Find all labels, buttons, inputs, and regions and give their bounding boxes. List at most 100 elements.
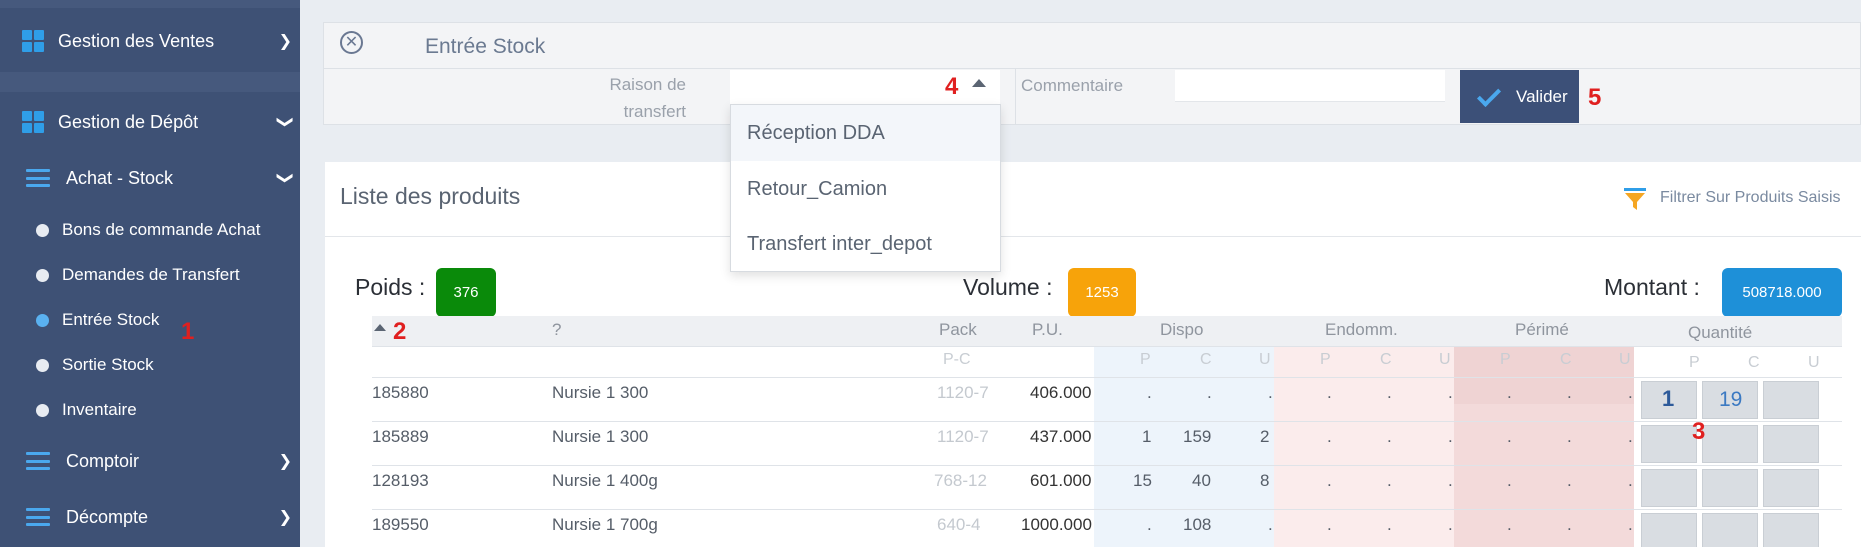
cell-dispo-u: . [1268, 515, 1273, 534]
sidebar-item-decompte[interactable]: Décompte ❯ [0, 496, 300, 538]
subheader-endomm-u: U [1439, 351, 1451, 368]
col-header-pack[interactable]: Pack [939, 320, 977, 340]
subheader-dispo-c: C [1200, 351, 1212, 368]
perime-subheader-bg [1454, 346, 1634, 404]
cell-perime-p: . [1507, 427, 1512, 446]
dropdown-option-retour-camion[interactable]: Retour_Camion [731, 161, 1000, 217]
cell-dispo-c: 159 [1183, 427, 1212, 446]
product-list-title: Liste des produits [340, 183, 521, 209]
cell-endomm-p: . [1327, 383, 1332, 402]
dropdown-option-transfert-inter-depot[interactable]: Transfert inter_depot [731, 216, 1000, 272]
cell-dispo-p: . [1147, 383, 1152, 402]
sidebar-item-demandes-transfert[interactable]: Demandes de Transfert [0, 255, 300, 295]
subheader-endomm-c: C [1380, 351, 1392, 368]
close-icon[interactable]: ✕ [340, 31, 363, 54]
cell-perime-c: . [1567, 383, 1572, 402]
cell-perime-u: . [1628, 383, 1633, 402]
bullet-icon [36, 223, 49, 237]
subheader-perime-u: U [1619, 351, 1631, 368]
cell-code: 185880 [372, 383, 429, 402]
sidebar-item-label: Entrée Stock [62, 310, 160, 329]
sidebar-item-comptoir[interactable]: Comptoir ❯ [0, 440, 300, 482]
raison-dropdown-menu: Réception DDA Retour_Camion Transfert in… [730, 104, 1001, 272]
cell-pack: 768-12 [934, 471, 987, 490]
sidebar-item-label: Bons de commande Achat [62, 220, 261, 239]
col-header-perime: Périmé [1515, 320, 1569, 339]
check-icon [1476, 82, 1502, 107]
qty-input-p[interactable] [1641, 513, 1697, 547]
subheader-pc: P-C [943, 351, 971, 368]
cell-endomm-c: . [1387, 515, 1392, 534]
table-header [372, 316, 1842, 346]
sidebar-item-label: Achat - Stock [66, 167, 174, 188]
subheader-endomm-p: P [1320, 351, 1331, 368]
qty-value-c: 19 [1719, 388, 1743, 411]
cell-code: 185889 [372, 427, 429, 446]
page-title: Entrée Stock [425, 35, 546, 58]
montant-label: Montant : [1604, 274, 1700, 300]
cell-code: 189550 [372, 515, 429, 534]
qty-input-u[interactable] [1763, 513, 1819, 547]
qty-input-p[interactable] [1641, 425, 1697, 463]
qty-input-c[interactable] [1702, 469, 1758, 507]
qty-input-u[interactable] [1763, 381, 1819, 419]
cell-dispo-u: . [1268, 383, 1273, 402]
caret-up-icon[interactable] [972, 79, 986, 87]
chevron-right-icon: ❯ [278, 33, 292, 50]
cell-name: Nursie 1 300 [552, 427, 649, 446]
cell-pu: 1000.000 [1021, 515, 1092, 534]
subheader-qty-c: C [1748, 354, 1760, 371]
cell-endomm-c: . [1387, 471, 1392, 490]
qty-value-p: 1 [1662, 386, 1675, 411]
cell-perime-p: . [1507, 383, 1512, 402]
sidebar-item-gestion-ventes[interactable]: Gestion des Ventes ❯ [0, 18, 300, 64]
col-header-pu[interactable]: P.U. [1032, 320, 1063, 340]
sidebar-item-gestion-depot[interactable]: Gestion de Dépôt ❯ [0, 99, 300, 145]
raison-select[interactable] [730, 70, 1000, 104]
sidebar-item-bons-commande[interactable]: Bons de commande Achat [0, 210, 300, 250]
filter-icon[interactable] [1623, 186, 1647, 212]
annotation-marker-1: 1 [181, 318, 195, 345]
qty-input-p[interactable] [1641, 469, 1697, 507]
sort-caret-icon[interactable] [374, 324, 386, 331]
bullet-active-icon [36, 313, 49, 327]
divider [1015, 68, 1016, 124]
filter-produits-saisis[interactable]: Filtrer Sur Produits Saisis [1660, 189, 1841, 207]
cell-perime-p: . [1507, 471, 1512, 490]
dropdown-option-reception-dda[interactable]: Réception DDA [731, 105, 1000, 161]
cell-name: Nursie 1 300 [552, 383, 649, 402]
qty-input-u[interactable] [1763, 469, 1819, 507]
subheader-qty-p: P [1689, 354, 1700, 371]
sidebar-item-label: Sortie Stock [62, 355, 154, 374]
sidebar-item-label: Inventaire [62, 400, 137, 419]
cell-perime-c: . [1567, 515, 1572, 534]
sidebar-item-sortie-stock[interactable]: Sortie Stock [0, 345, 300, 385]
sidebar-item-entree-stock[interactable]: Entrée Stock [0, 300, 300, 340]
annotation-marker-2: 2 [393, 318, 407, 345]
sidebar-item-achat-stock[interactable]: Achat - Stock ❯ [0, 157, 300, 199]
row-divider [372, 465, 1842, 466]
chevron-down-icon: ❯ [276, 115, 294, 129]
valider-button[interactable]: Valider [1460, 70, 1579, 123]
annotation-marker-3: 3 [1692, 418, 1706, 445]
cell-dispo-u: 8 [1260, 471, 1270, 490]
comment-input[interactable] [1175, 70, 1445, 102]
sidebar-item-label: Demandes de Transfert [62, 265, 240, 284]
subheader-perime-p: P [1500, 351, 1511, 368]
cell-endomm-c: . [1387, 427, 1392, 446]
cell-pu: 601.000 [1030, 471, 1092, 490]
cell-endomm-p: . [1327, 427, 1332, 446]
menu-bars-icon [26, 169, 50, 187]
cell-pack: 1120-7 [937, 427, 989, 446]
bullet-icon [36, 268, 49, 282]
sidebar-item-inventaire[interactable]: Inventaire [0, 390, 300, 430]
qty-input-c[interactable] [1702, 513, 1758, 547]
qty-input-u[interactable] [1763, 425, 1819, 463]
cell-endomm-p: . [1327, 471, 1332, 490]
montant-badge: 508718.000 [1722, 268, 1842, 317]
col-header-2[interactable]: ? [552, 320, 561, 340]
grid-icon [22, 111, 44, 133]
cell-name: Nursie 1 400g [552, 471, 658, 490]
qty-input-c[interactable] [1702, 425, 1758, 463]
cell-perime-p: . [1507, 515, 1512, 534]
